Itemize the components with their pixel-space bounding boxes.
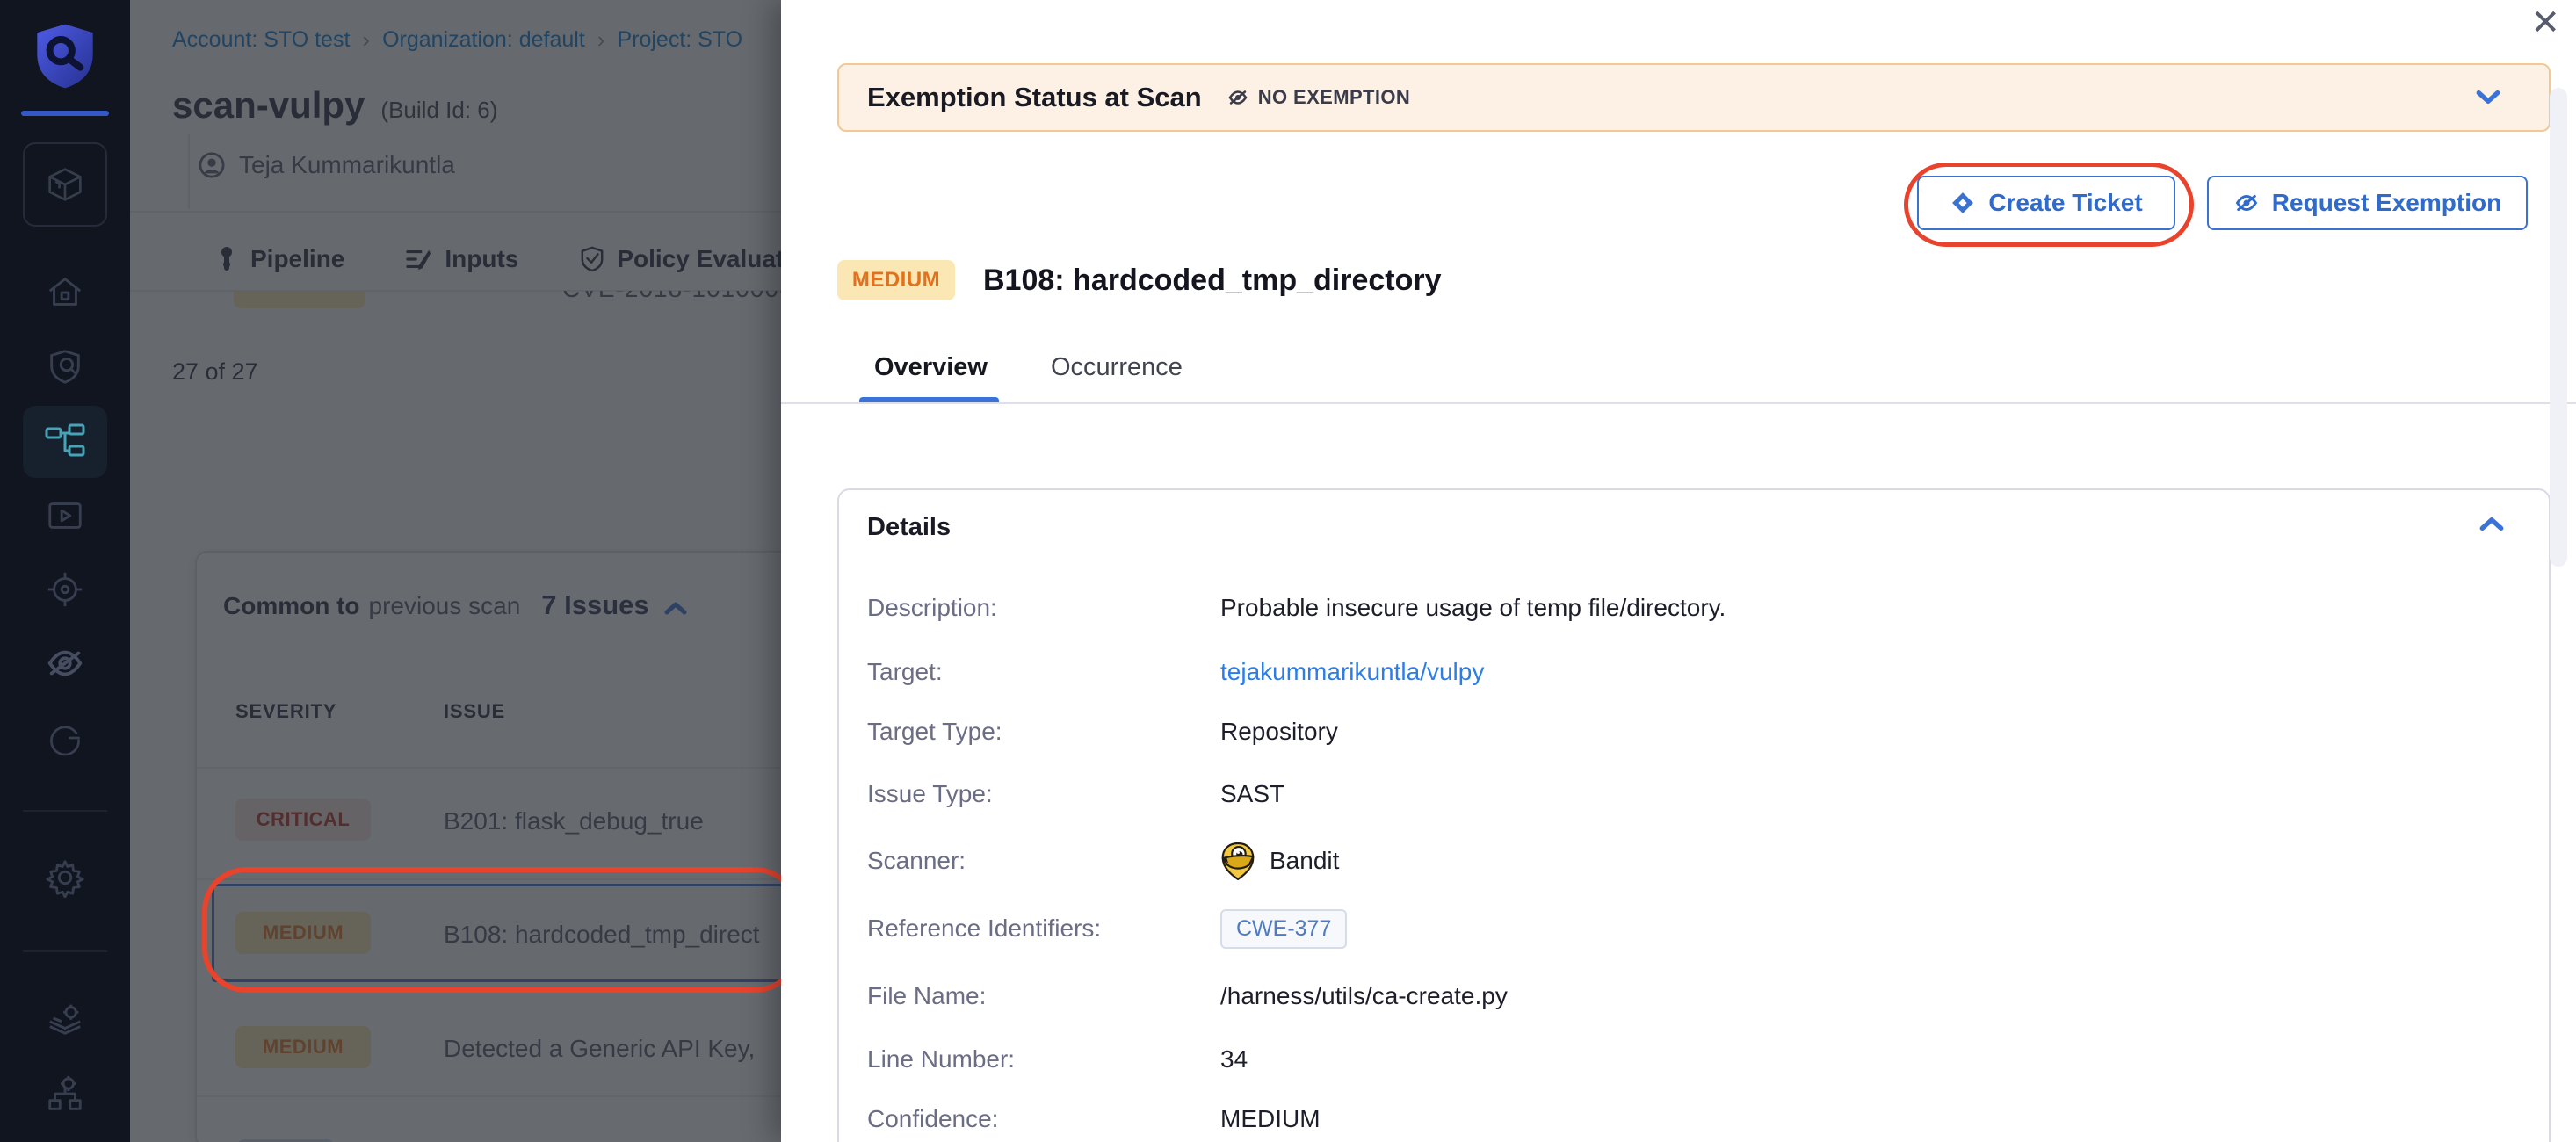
nav-scans-button[interactable] [0,346,130,387]
nav-home-button[interactable] [0,272,130,313]
detail-row-target: Target: tejakummarikuntla/vulpy [867,651,1484,693]
nav-executions-button[interactable] [0,495,130,536]
drawer-scrollbar-thumb[interactable] [2550,88,2567,567]
detail-value: Bandit [1270,847,1339,875]
eye-slash-icon [1226,87,1249,108]
sidebar-divider [23,810,107,812]
eye-slash-icon [44,643,86,683]
detail-value: 34 [1220,1045,1248,1073]
close-icon[interactable]: ✕ [2525,0,2565,46]
issue-title: B108: hardcoded_tmp_directory [983,264,1442,298]
nav-targets-button[interactable] [0,569,130,610]
nav-pipelines-button-active[interactable] [23,406,107,478]
nav-exemptions-button[interactable] [0,643,130,683]
nav-org-settings-button[interactable] [0,998,130,1038]
detail-label: Scanner: [867,847,1220,875]
button-label: Request Exemption [2272,189,2501,217]
active-module-indicator [21,111,109,116]
bandit-scanner-icon [1220,842,1255,880]
request-exemption-button[interactable]: Request Exemption [2207,176,2528,230]
scanner-value: Bandit [1220,842,1339,880]
issue-details-drawer: ✕ Exemption Status at Scan NO EXEMPTION … [781,0,2576,1142]
shield-search-icon [45,346,85,387]
nav-project-settings-button[interactable] [0,857,130,898]
detail-label: Target: [867,658,1220,686]
target-link[interactable]: tejakummarikuntla/vulpy [1220,658,1484,686]
annotation-highlight-create-ticket [1904,163,2194,247]
tab-overview[interactable]: Overview [874,353,988,382]
cwe-badge[interactable]: CWE-377 [1220,909,1347,949]
detail-value: SAST [1220,780,1284,808]
detail-label: File Name: [867,982,1220,1010]
detail-value: Repository [1220,718,1338,746]
shield-search-logo-icon [32,21,98,91]
module-selector-button[interactable] [23,142,107,227]
network-gear-icon [45,1073,85,1114]
detail-label: Description: [867,594,1220,622]
detail-value: /harness/utils/ca-create.py [1220,982,1508,1010]
details-card: Details Description: Probable insecure u… [837,488,2551,1142]
layers-gear-icon [45,998,85,1038]
detail-row-file-name: File Name: /harness/utils/ca-create.py [867,975,1508,1017]
home-icon [45,272,85,313]
nav-account-settings-button[interactable] [0,1073,130,1114]
drawer-tabs: Overview Occurrence [874,353,1183,382]
detail-label: Line Number: [867,1045,1220,1073]
sidebar-divider [23,950,107,952]
detail-row-reference-identifiers: Reference Identifiers: CWE-377 [867,907,1347,950]
detail-label: Confidence: [867,1105,1220,1133]
chevron-up-icon[interactable] [2478,515,2505,532]
status-text: NO EXEMPTION [1258,86,1411,109]
banner-title: Exemption Status at Scan [867,82,1202,113]
detail-row-issue-type: Issue Type: SAST [867,773,1284,815]
cube-icon [42,162,88,207]
detail-label: Issue Type: [867,780,1220,808]
target-crosshair-icon [45,569,85,610]
detail-label: Target Type: [867,718,1220,746]
nav-getting-started-button[interactable] [0,719,130,757]
details-heading: Details [867,513,951,542]
detail-row-scanner: Scanner: Bandit [867,840,1339,882]
app-window: Account: STO test › Organization: defaul… [0,0,2576,1142]
power-icon [46,719,84,757]
chevron-down-icon[interactable] [2475,89,2501,106]
left-nav-sidebar [0,0,130,1142]
gear-icon [45,857,85,898]
divider [781,402,2576,404]
detail-label: Reference Identifiers: [867,914,1220,943]
exemption-status: NO EXEMPTION [1226,86,1411,109]
exemption-status-banner[interactable]: Exemption Status at Scan NO EXEMPTION [837,63,2551,132]
sto-logo-icon[interactable] [0,21,130,91]
eye-slash-icon [2233,191,2260,215]
pipelines-icon [43,423,87,460]
annotation-highlight-selected-row [202,867,800,993]
tab-occurrence[interactable]: Occurrence [1051,353,1183,382]
detail-row-description: Description: Probable insecure usage of … [867,587,1726,629]
detail-row-line-number: Line Number: 34 [867,1038,1248,1081]
detail-row-confidence: Confidence: MEDIUM [867,1098,1321,1140]
issue-severity-badge: MEDIUM [837,260,955,300]
detail-value: Probable insecure usage of temp file/dir… [1220,594,1726,622]
play-video-icon [45,495,85,536]
detail-value: MEDIUM [1220,1105,1321,1133]
detail-row-target-type: Target Type: Repository [867,711,1338,753]
